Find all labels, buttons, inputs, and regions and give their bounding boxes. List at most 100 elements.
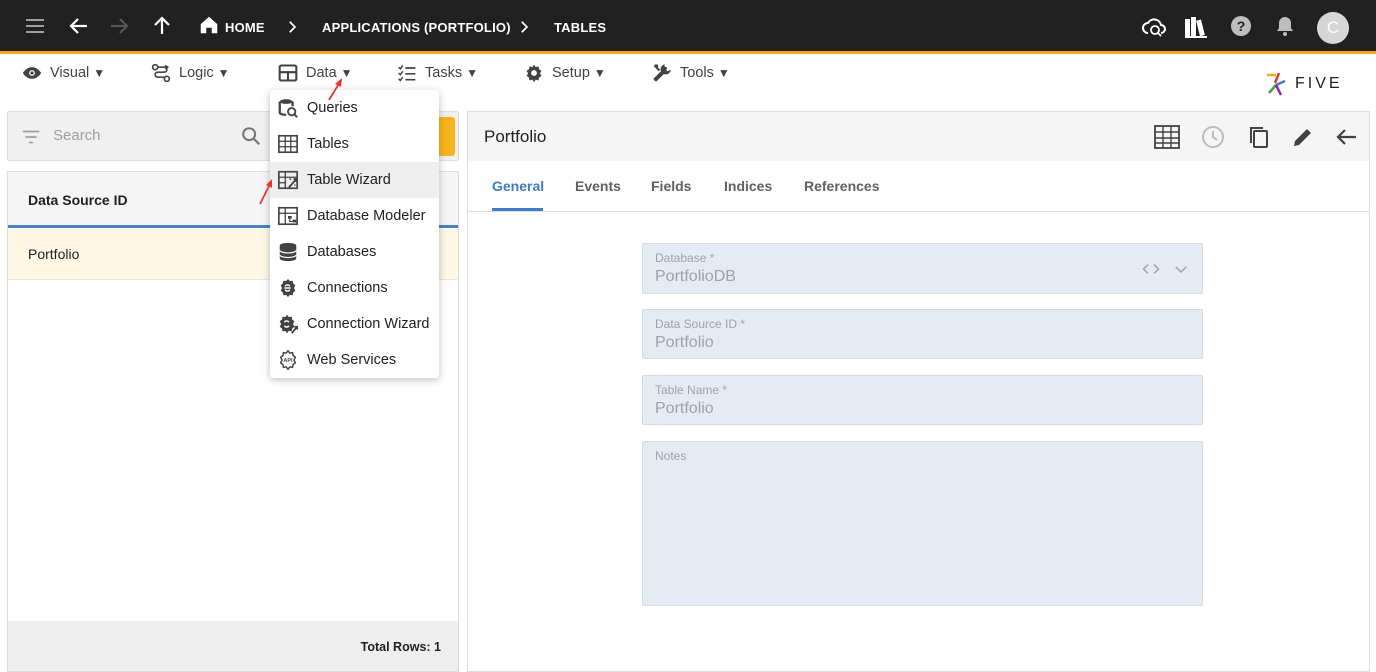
up-arrow-icon[interactable] — [150, 14, 174, 38]
menu-tools-label: Tools — [680, 65, 714, 81]
table-icon — [278, 64, 298, 82]
menu-item-database-modeler-label: Database Modeler — [307, 208, 426, 224]
detail-header: Portfolio — [468, 112, 1369, 161]
menu-tasks[interactable]: Tasks ▼ — [397, 62, 478, 84]
column-header-data-source-id[interactable]: Data Source ID — [28, 192, 128, 208]
database-field[interactable]: Database * PortfolioDB — [642, 243, 1203, 294]
forward-arrow-icon[interactable] — [107, 14, 131, 38]
menu-item-web-services[interactable]: API Web Services — [270, 342, 439, 378]
notifications-icon[interactable] — [1273, 14, 1297, 38]
database-field-actions — [1142, 260, 1190, 278]
user-avatar[interactable]: C — [1317, 12, 1349, 44]
caret-down-icon: ▼ — [466, 66, 478, 80]
menu-item-queries-label: Queries — [307, 100, 358, 116]
web-services-icon: API — [279, 349, 297, 371]
chevron-right-icon — [283, 18, 301, 36]
chevron-down-icon[interactable] — [1172, 260, 1190, 278]
notes-field-label: Notes — [655, 449, 687, 463]
menu-tasks-label: Tasks — [425, 65, 463, 81]
menu-visual[interactable]: Visual ▼ — [22, 62, 105, 84]
menu-item-connections-label: Connections — [307, 280, 388, 296]
grid-view-icon[interactable] — [1154, 124, 1180, 150]
menu-item-connection-wizard-label: Connection Wizard — [307, 316, 430, 332]
menu-logic-label: Logic — [179, 65, 214, 81]
data-source-id-field-value: Portfolio — [655, 334, 714, 351]
table-name-field-value: Portfolio — [655, 400, 714, 417]
history-icon[interactable] — [1200, 124, 1226, 150]
menu-item-table-wizard[interactable]: Table Wizard — [270, 162, 439, 198]
data-source-id-field-label: Data Source ID * — [655, 317, 746, 331]
tab-indices[interactable]: Indices — [724, 178, 772, 194]
breadcrumb-tables[interactable]: TABLES — [554, 0, 606, 54]
menu-item-table-wizard-label: Table Wizard — [307, 172, 391, 188]
tab-events[interactable]: Events — [575, 178, 621, 194]
table-wizard-icon — [278, 170, 298, 190]
home-icon[interactable] — [198, 14, 222, 38]
menu-item-connections[interactable]: Connections — [270, 270, 439, 306]
breadcrumb-applications[interactable]: APPLICATIONS (PORTFOLIO) — [322, 0, 511, 54]
copy-icon[interactable] — [1246, 124, 1272, 150]
search-input[interactable]: Search — [53, 127, 101, 144]
data-source-id-field[interactable]: Data Source ID * Portfolio — [642, 309, 1203, 359]
menu-logic[interactable]: Logic ▼ — [151, 62, 230, 84]
database-icon — [279, 242, 297, 262]
queries-icon — [278, 99, 298, 118]
hamburger-menu-icon[interactable] — [23, 14, 47, 38]
caret-down-icon: ▼ — [93, 66, 106, 80]
menu-item-tables[interactable]: Tables — [270, 126, 439, 162]
add-record-button[interactable] — [438, 117, 455, 156]
search-icon[interactable] — [240, 125, 262, 147]
menu-item-connection-wizard[interactable]: Connection Wizard — [270, 306, 439, 342]
tools-icon — [653, 64, 672, 82]
table-icon — [278, 134, 298, 154]
detail-tabs: General Events Fields Indices References — [468, 161, 1369, 212]
menu-item-database-modeler[interactable]: Database Modeler — [270, 198, 439, 234]
connections-icon — [280, 278, 296, 298]
connection-wizard-icon — [279, 314, 299, 334]
eye-icon — [22, 67, 42, 79]
total-rows-count: Total Rows: 1 — [360, 640, 441, 654]
filter-icon[interactable] — [20, 126, 42, 148]
menu-item-queries[interactable]: Queries — [270, 90, 439, 126]
database-modeler-icon — [278, 206, 298, 226]
logic-icon — [151, 63, 171, 83]
breadcrumb-home[interactable]: HOME — [225, 0, 265, 54]
menu-visual-label: Visual — [50, 65, 90, 81]
table-name-field[interactable]: Table Name * Portfolio — [642, 375, 1203, 425]
notes-field[interactable]: Notes — [642, 441, 1203, 606]
svg-text:API: API — [283, 358, 293, 364]
record-title: Portfolio — [484, 127, 547, 146]
tab-references[interactable]: References — [804, 178, 880, 194]
code-icon[interactable] — [1142, 260, 1160, 278]
active-tab-indicator — [492, 208, 543, 211]
svg-text:?: ? — [1237, 18, 1246, 34]
back-arrow-icon[interactable] — [67, 14, 91, 38]
library-books-icon[interactable] — [1183, 14, 1207, 38]
menu-tools[interactable]: Tools ▼ — [652, 62, 730, 84]
annotation-arrow-icon — [328, 78, 342, 101]
menu-item-databases[interactable]: Databases — [270, 234, 439, 270]
cloud-sync-icon[interactable] — [1141, 14, 1166, 38]
database-field-value: PortfolioDB — [655, 268, 736, 285]
chevron-right-icon — [515, 18, 533, 36]
help-icon[interactable]: ? — [1229, 14, 1253, 38]
annotation-arrow-icon — [259, 179, 272, 205]
menu-setup-label: Setup — [552, 65, 590, 81]
close-back-arrow-icon[interactable] — [1334, 124, 1360, 150]
menu-item-tables-label: Tables — [307, 136, 349, 152]
logo-text: FIVE — [1295, 75, 1343, 92]
data-dropdown-menu: Queries Tables Table Wizard Database Mod… — [270, 90, 439, 378]
tab-fields[interactable]: Fields — [651, 178, 691, 194]
tab-general[interactable]: General — [492, 178, 544, 194]
checklist-icon — [398, 65, 416, 82]
edit-pencil-icon[interactable] — [1290, 124, 1316, 150]
top-app-bar: HOME APPLICATIONS (PORTFOLIO) TABLES ? C — [0, 0, 1376, 54]
menu-item-databases-label: Databases — [307, 244, 377, 260]
menu-setup[interactable]: Setup ▼ — [524, 62, 606, 84]
five-logo: FIVE — [1265, 70, 1343, 98]
row-data-source-id: Portfolio — [28, 246, 80, 262]
record-detail-panel: Portfolio General Events Fields Indices … — [467, 111, 1370, 672]
five-star-logo-icon — [1267, 72, 1286, 96]
menu-item-web-services-label: Web Services — [307, 352, 397, 368]
database-field-label: Database * — [655, 251, 715, 265]
